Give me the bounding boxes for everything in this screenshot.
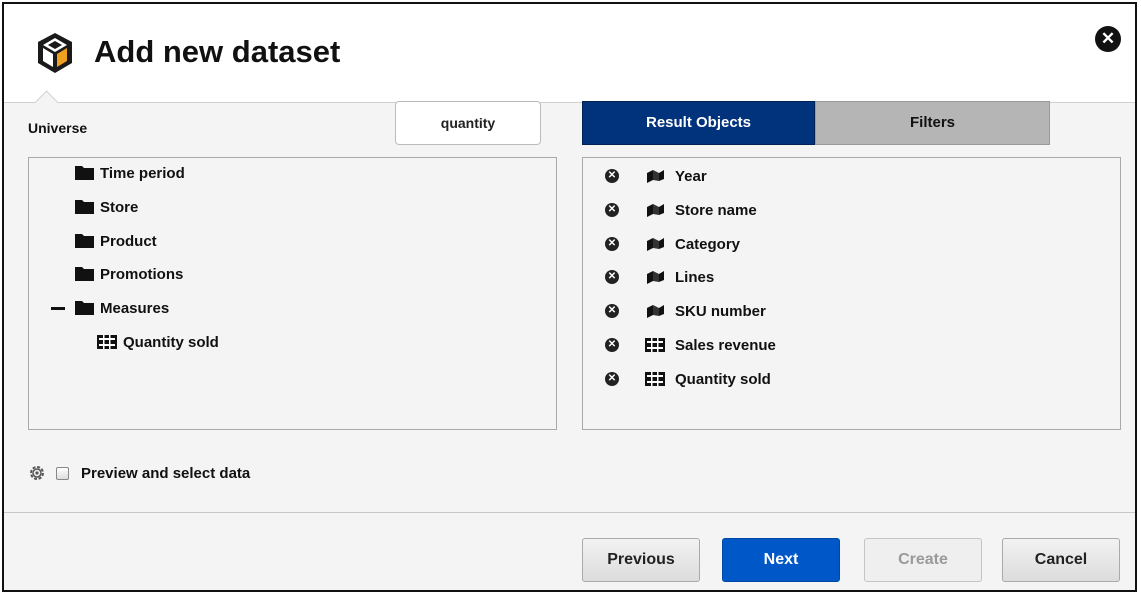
folder-icon (75, 166, 94, 180)
folder-icon (75, 267, 94, 281)
result-object-label: Store name (675, 201, 757, 219)
tree-item-label: Time period (100, 164, 185, 182)
preview-checkbox[interactable] (56, 466, 69, 480)
remove-icon[interactable]: ✕ (605, 338, 619, 352)
folder-icon (75, 301, 94, 315)
tree-item-label: Product (100, 232, 157, 250)
tree-item-label: Measures (100, 299, 170, 317)
remove-icon[interactable]: ✕ (605, 237, 619, 251)
cancel-button[interactable]: Cancel (1002, 538, 1120, 582)
dimension-icon (647, 204, 664, 217)
create-button[interactable]: Create (864, 538, 982, 582)
remove-icon[interactable]: ✕ (605, 372, 619, 386)
preview-option: Preview and select data (28, 462, 250, 484)
folder-icon (75, 200, 94, 214)
measure-icon (97, 335, 117, 349)
tree-item-label: Quantity sold (123, 333, 219, 351)
collapse-icon[interactable] (51, 307, 65, 310)
next-button[interactable]: Next (722, 538, 840, 582)
preview-label: Preview and select data (81, 464, 251, 482)
tree-item-label: Promotions (100, 265, 184, 283)
tab-filters[interactable]: Filters (815, 101, 1050, 145)
close-icon[interactable]: ✕ (1095, 26, 1121, 52)
dialog-header: Add new dataset ✕ (4, 4, 1135, 103)
tree-item-label: Store (100, 198, 139, 216)
dimension-icon (647, 271, 664, 284)
dimension-icon (647, 238, 664, 251)
result-object-label: SKU number (675, 302, 766, 320)
tab-result-objects[interactable]: Result Objects (582, 101, 815, 145)
dialog-title: Add new dataset (94, 34, 341, 69)
measure-icon (645, 338, 665, 352)
dimension-icon (647, 305, 664, 318)
universe-label: Universe (28, 120, 88, 136)
result-object-label: Year (675, 167, 707, 185)
remove-icon[interactable]: ✕ (605, 270, 619, 284)
result-objects-list: ✕ Year ✕ Store name ✕ Category ✕ Lines ✕… (582, 157, 1121, 430)
remove-icon[interactable]: ✕ (605, 203, 619, 217)
tree-item-time-period[interactable]: Time period (75, 161, 185, 185)
folder-icon (75, 234, 94, 248)
universe-search-input[interactable] (395, 101, 541, 145)
footer-divider (4, 512, 1135, 513)
cube-logo-icon (38, 33, 72, 73)
tree-item-product[interactable]: Product (75, 229, 157, 253)
tree-item-measures[interactable]: Measures (75, 296, 169, 320)
tree-item-promotions[interactable]: Promotions (75, 262, 183, 286)
result-object-label: Sales revenue (675, 336, 776, 354)
tree-item-quantity-sold[interactable]: Quantity sold (97, 330, 219, 354)
tree-item-store[interactable]: Store (75, 195, 138, 219)
measure-icon (645, 372, 665, 386)
previous-button[interactable]: Previous (582, 538, 700, 582)
remove-icon[interactable]: ✕ (605, 169, 619, 183)
result-object-label: Lines (675, 268, 715, 286)
gear-icon[interactable] (28, 464, 46, 482)
add-dataset-dialog: Add new dataset ✕ Universe Time period S… (2, 2, 1137, 592)
dimension-icon (647, 170, 664, 183)
result-object-label: Category (675, 235, 741, 253)
universe-tree: Time period Store Product Promotions Mea… (28, 157, 557, 430)
result-object-label: Quantity sold (675, 370, 771, 388)
remove-icon[interactable]: ✕ (605, 304, 619, 318)
